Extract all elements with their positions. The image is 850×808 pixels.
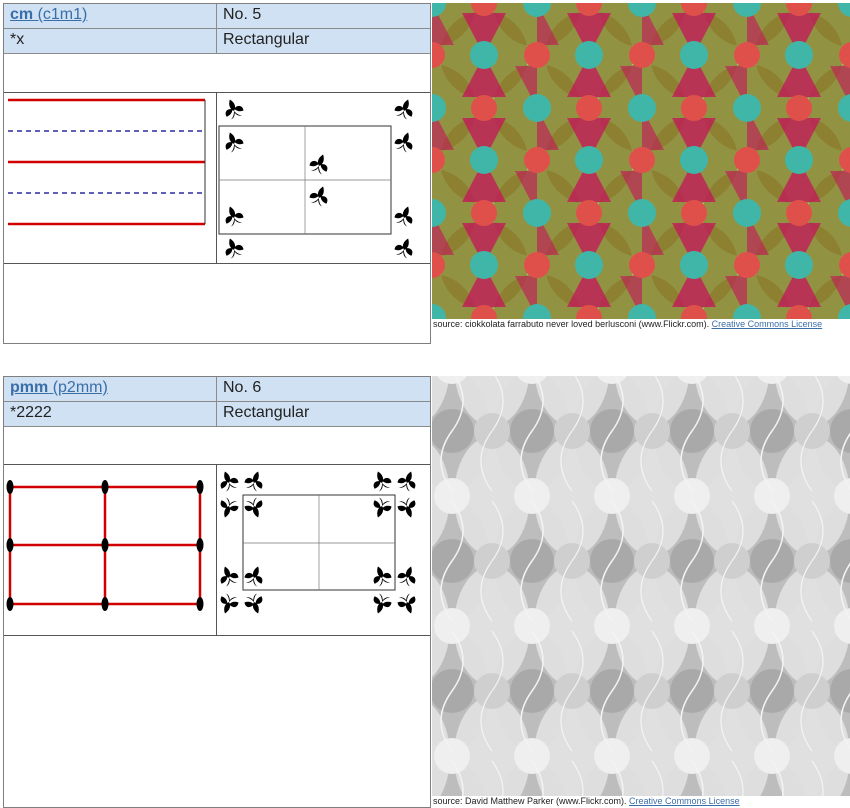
group-name-link[interactable]: pmm (p2mm) — [10, 379, 108, 396]
motif-icon — [369, 592, 394, 617]
header-row-name: cm (c1m1) No. 5 — [4, 4, 430, 29]
motif-icon — [216, 496, 241, 521]
motif-icon — [242, 592, 267, 617]
cm-motif-lattice-diagram — [218, 96, 417, 260]
header-row-notation: *x Rectangular — [4, 29, 430, 54]
motif-icon — [216, 592, 241, 617]
source-text: source: David Matthew Parker (www.Flickr… — [433, 796, 630, 806]
group-name-cell: cm (c1m1) — [4, 4, 217, 28]
motif-diagram — [216, 465, 430, 635]
diagrams-row — [4, 92, 430, 264]
motif-icon — [216, 468, 241, 493]
source-text: source: ciokkolata farrabuto never loved… — [433, 319, 712, 329]
motif-icon — [221, 235, 246, 260]
motif-icon — [216, 563, 241, 588]
info-panel: cm (c1m1) No. 5 *x Rectangular — [3, 3, 431, 344]
header-row-notation: *2222 Rectangular — [4, 402, 430, 427]
motif-icon — [392, 129, 417, 154]
info-panel: pmm (p2mm) No. 6 *2222 Rectangular — [3, 376, 431, 808]
motif-icon — [392, 203, 417, 228]
photo-source: source: David Matthew Parker (www.Flickr… — [433, 796, 848, 807]
group-number: No. 5 — [223, 6, 262, 23]
orbifold-notation: *2222 — [4, 402, 217, 426]
motif-icon — [392, 96, 417, 121]
wallpaper-group-card-pmm: pmm (p2mm) No. 6 *2222 Rectangular sourc… — [0, 376, 850, 808]
motif-icon — [395, 592, 420, 617]
license-link[interactable]: Creative Commons License — [712, 319, 823, 329]
symmetry-diagram — [4, 465, 217, 635]
motif-icon — [242, 468, 267, 493]
diagrams-row — [4, 464, 430, 636]
example-photo — [432, 376, 850, 796]
pmm-example-pattern-image — [432, 376, 850, 796]
group-name-link[interactable]: cm (c1m1) — [10, 6, 87, 23]
motif-icon — [392, 235, 417, 260]
pmm-motif-lattice-diagram — [216, 468, 420, 617]
example-photo — [432, 3, 850, 319]
cm-example-pattern-image — [432, 3, 850, 319]
header-row-name: pmm (p2mm) No. 6 — [4, 377, 430, 402]
lattice-type: Rectangular — [223, 404, 310, 421]
motif-icon — [395, 468, 420, 493]
motif-icon — [369, 468, 394, 493]
motif-icon — [221, 96, 246, 121]
symmetry-diagram — [4, 93, 217, 263]
group-name-cell: pmm (p2mm) — [4, 377, 217, 401]
orbifold-notation: *x — [4, 29, 217, 53]
motif-icon — [395, 496, 420, 521]
motif-diagram — [217, 93, 430, 263]
photo-source: source: ciokkolata farrabuto never loved… — [433, 319, 848, 330]
cm-symmetry-lines-diagram — [8, 98, 206, 226]
motif-icon — [395, 563, 420, 588]
pmm-symmetry-lines-diagram — [6, 480, 204, 611]
lattice-type: Rectangular — [223, 31, 310, 48]
license-link[interactable]: Creative Commons License — [629, 796, 740, 806]
group-number: No. 6 — [223, 379, 262, 396]
wallpaper-group-card-cm: cm (c1m1) No. 5 *x Rectangular source: c… — [0, 3, 850, 344]
